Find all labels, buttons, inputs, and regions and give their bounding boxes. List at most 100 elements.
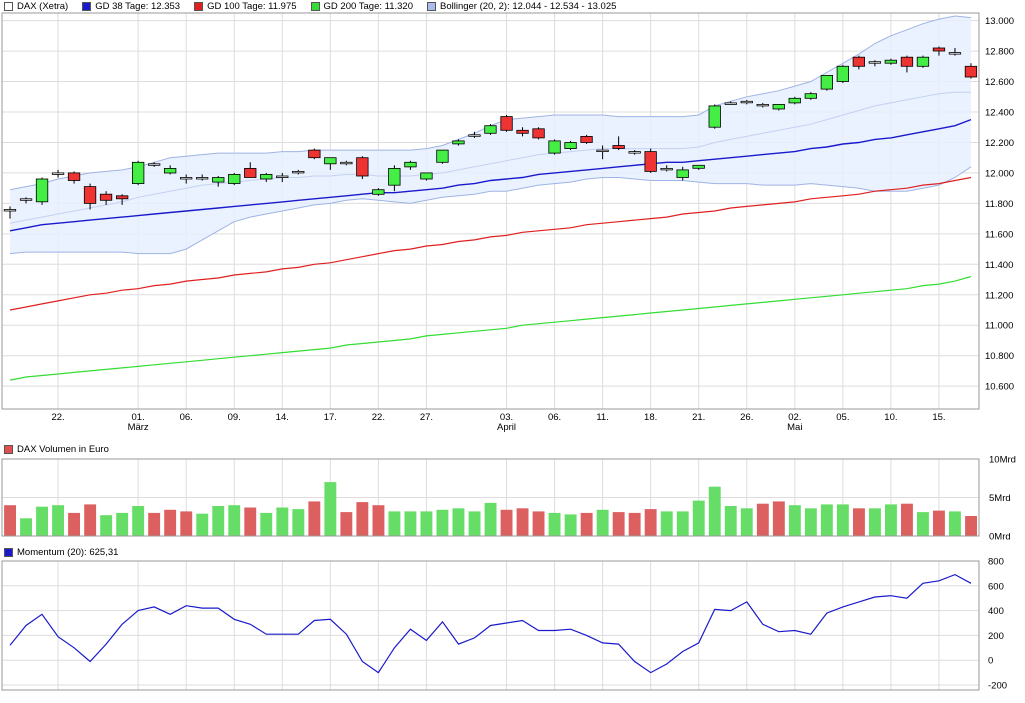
candle-body: [644, 151, 657, 172]
candle-body: [628, 151, 641, 154]
volume-bar: [836, 504, 849, 536]
volume-bar: [644, 509, 657, 536]
candle-body: [804, 93, 817, 99]
volume-bar: [596, 509, 609, 536]
candle-body: [612, 145, 625, 149]
volume-bar: [532, 511, 545, 536]
candle-body: [3, 209, 17, 212]
x-tick-label: 06.: [180, 412, 193, 423]
legend-item: Bollinger (20, 2): 12.044 - 12.534 - 13.…: [427, 1, 616, 12]
legend-swatch: [4, 548, 13, 557]
x-tick-label: 11.: [596, 412, 609, 423]
candle-body: [292, 170, 305, 174]
candle-body: [916, 56, 930, 67]
volume-bar: [116, 512, 129, 536]
volume-bar: [180, 511, 193, 536]
volume-bar: [820, 504, 833, 536]
y-tick-label: -200: [988, 681, 1007, 692]
volume-bar: [772, 501, 785, 536]
y-tick-label: 12.000: [985, 168, 1014, 179]
legend-label: GD 200 Tage: 11.320: [323, 1, 413, 12]
volume-bar: [68, 512, 80, 536]
volume-bar: [788, 505, 801, 536]
candle-body: [452, 140, 465, 145]
y-tick-label: 12.600: [985, 77, 1014, 88]
candle-body: [147, 163, 161, 166]
volume-bar: [676, 511, 689, 536]
candle-body: [324, 157, 337, 165]
candle-body: [99, 193, 113, 201]
legend-swatch: [82, 2, 92, 11]
candle-body: [212, 177, 225, 183]
volume-bar: [52, 505, 64, 536]
candle-body: [19, 198, 33, 201]
volume-bar: [756, 503, 769, 536]
candle-body: [580, 135, 593, 143]
legend-label: DAX Volumen in Euro: [17, 444, 109, 455]
dax-chart: 10.60010.80011.00011.20011.40011.60011.8…: [0, 0, 1025, 703]
volume-bar: [548, 512, 561, 536]
volume-bar: [885, 504, 897, 536]
y-tick-label: 400: [988, 606, 1004, 617]
volume-bar: [420, 511, 433, 536]
candle-body: [404, 161, 417, 168]
candle-body: [820, 75, 833, 90]
volume-bar: [36, 506, 48, 536]
volume-bar: [901, 503, 913, 536]
y-tick-label: 10Mrd: [989, 455, 1016, 466]
candle-body: [228, 173, 241, 184]
volume-bar: [212, 506, 225, 536]
candle-body: [195, 177, 209, 180]
x-tick-label: 22.: [372, 412, 385, 423]
volume-bar: [404, 511, 417, 536]
candle-body: [500, 116, 513, 131]
volume-bar: [516, 508, 529, 536]
volume-bar: [436, 509, 449, 536]
legend-swatch: [427, 2, 436, 11]
candle-body: [884, 59, 897, 64]
x-tick-label: 15.: [932, 412, 945, 423]
legend-item: GD 38 Tage: 12.353: [82, 1, 180, 12]
volume-bar: [580, 512, 593, 536]
candle-body: [676, 169, 689, 178]
volume-bar: [4, 505, 16, 536]
x-tick-label: 26.: [740, 412, 753, 423]
candle-body: [692, 164, 705, 169]
volume-bar: [452, 508, 465, 536]
y-tick-label: 5Mrd: [989, 493, 1011, 504]
y-tick-label: 11.800: [985, 199, 1013, 210]
volume-bar: [612, 512, 625, 536]
y-tick-label: 11.200: [985, 290, 1013, 301]
candle-body: [67, 172, 81, 181]
volume-bar: [324, 482, 337, 536]
volume-bar: [196, 513, 209, 536]
y-tick-label: 12.400: [985, 108, 1014, 119]
legend-label: Momentum (20): 625,31: [17, 547, 119, 558]
volume-bar: [132, 506, 145, 536]
candle-body: [179, 177, 193, 180]
volume-bar: [708, 486, 721, 536]
candle-body: [35, 178, 49, 203]
volume-bar: [564, 514, 577, 536]
candle-body: [660, 167, 673, 171]
candle-body: [436, 149, 449, 163]
volume-bar: [468, 511, 481, 536]
y-tick-label: 800: [988, 557, 1004, 568]
volume-bar: [20, 518, 32, 536]
volume-bar: [276, 507, 289, 536]
candle-body: [932, 47, 946, 52]
volume-bar: [148, 512, 161, 536]
candle-body: [516, 129, 529, 134]
y-tick-label: 200: [988, 631, 1004, 642]
candle-body: [163, 167, 177, 174]
candle-body: [372, 189, 385, 195]
x-tick-label: 06.: [548, 412, 561, 423]
y-tick-label: 11.600: [985, 229, 1013, 240]
candle-body: [468, 134, 481, 137]
volume-bar: [965, 516, 977, 536]
x-tick-label: 17.: [324, 412, 337, 423]
volume-bar: [340, 512, 353, 536]
candle-body: [740, 100, 753, 104]
candle-body: [420, 172, 433, 180]
candle-body: [772, 104, 785, 110]
